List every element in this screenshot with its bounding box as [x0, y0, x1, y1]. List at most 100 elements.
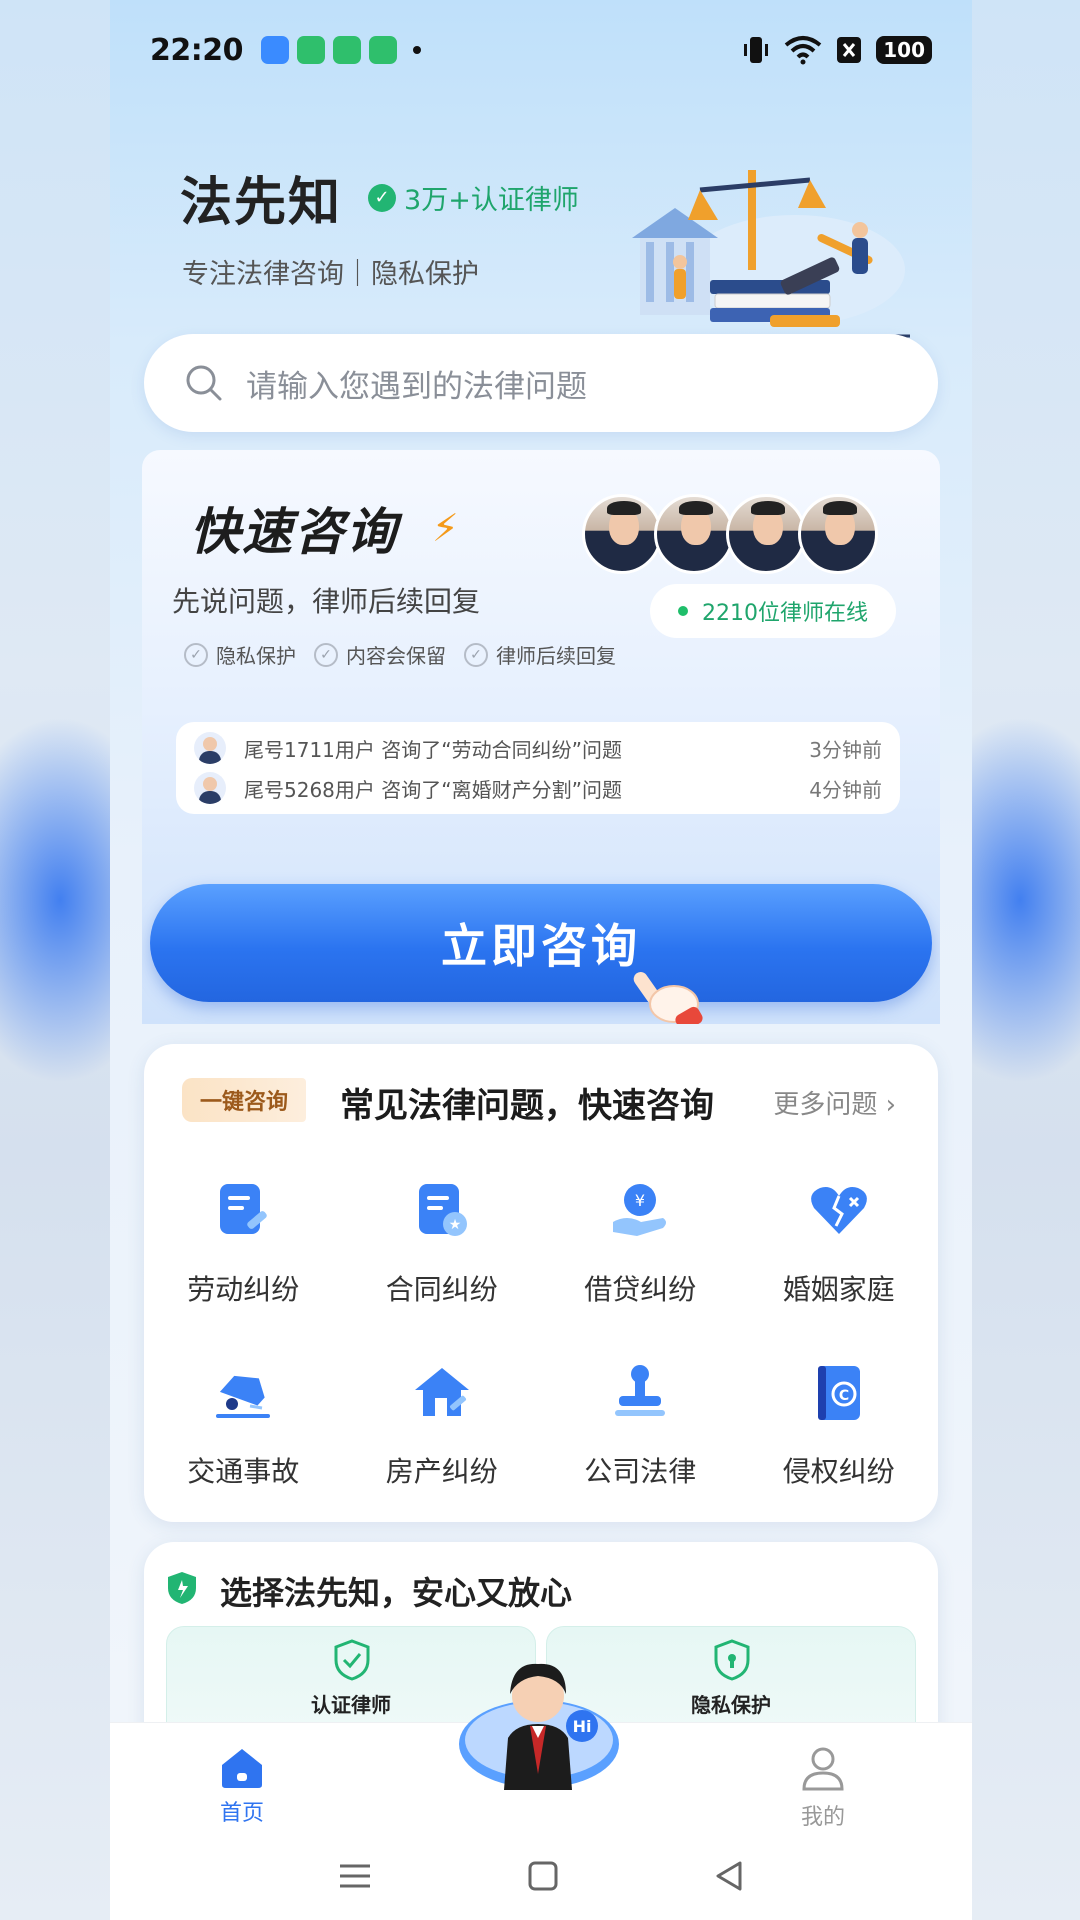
common-problems-card: 一键咨询 常见法律问题，快速咨询 更多问题 › 劳动纠纷 ★ 合同纠纷 ¥ 借贷…: [144, 1044, 938, 1522]
status-right: 100: [742, 35, 932, 65]
status-bar: 22:20 100: [110, 0, 972, 100]
category-marriage[interactable]: 婚姻家庭: [740, 1178, 939, 1308]
check-circle-icon: ✓: [184, 642, 208, 667]
lightning-icon: ⚡: [432, 506, 459, 550]
broken-heart-icon: [810, 1187, 867, 1234]
consult-now-label: 立即咨询: [441, 919, 641, 973]
notification-icons: [261, 36, 421, 64]
lawyer-avatars: [582, 494, 878, 574]
avatar: [798, 494, 878, 574]
svg-text:★: ★: [448, 1217, 461, 1233]
call-app-icon: [369, 36, 397, 64]
profile-icon: [802, 1747, 844, 1791]
battery-icon: 100: [876, 36, 932, 64]
category-label: 借贷纠纷: [584, 1273, 697, 1306]
category-grid: 劳动纠纷 ★ 合同纠纷 ¥ 借贷纠纷 婚姻家庭 交通事故 房产纠纷 公司法律 C…: [144, 1178, 938, 1490]
tab-me[interactable]: 我的: [800, 1745, 846, 1831]
brand-header: 法先知 ✓ 3万+认证律师: [180, 160, 579, 235]
online-lawyers-label: 2210位律师在线: [702, 601, 868, 626]
feed-time: 3分钟前: [809, 737, 882, 762]
app-screen: 22:20 100 法先知 ✓ 3万+认证律师 专注法律咨询｜隐私保护 请输入您…: [110, 0, 972, 1920]
car-accident-icon: [216, 1375, 271, 1418]
avatar: [726, 494, 806, 574]
certified-lawyers-badge: ✓ 3万+认证律师: [368, 178, 579, 217]
contract-icon: ★: [418, 1184, 467, 1236]
quick-consult-subtitle: 先说问题，律师后续回复: [172, 585, 481, 618]
pointing-hand-icon: [633, 971, 703, 1024]
tab-home[interactable]: 首页: [218, 1745, 266, 1827]
system-navigation-bar: [110, 1832, 972, 1920]
category-company[interactable]: 公司法律: [541, 1360, 740, 1490]
common-problems-title: 常见法律问题，快速咨询: [340, 1086, 714, 1126]
company-stamp-icon: [615, 1365, 666, 1416]
category-labor[interactable]: 劳动纠纷: [144, 1178, 343, 1308]
feed-time: 4分钟前: [809, 777, 882, 802]
browser-app-icon: [261, 36, 289, 64]
loan-yen-icon: ¥: [613, 1184, 667, 1236]
category-loan[interactable]: ¥ 借贷纠纷: [541, 1178, 740, 1308]
slogan: 专注法律咨询｜隐私保护: [182, 259, 479, 290]
category-label: 劳动纠纷: [187, 1273, 300, 1306]
feature-item: ✓ 隐私保护: [184, 640, 296, 669]
list-item: 尾号1711用户 咨询了“劳动合同纠纷”问题 3分钟前: [194, 728, 882, 768]
wifi-icon: [784, 36, 822, 65]
category-label: 侵权纠纷: [782, 1455, 895, 1488]
user-avatar-icon: [194, 732, 226, 764]
labor-document-icon: [220, 1184, 268, 1234]
feature-list: ✓ 隐私保护 ✓ 内容会保留 ✓ 律师后续回复: [184, 640, 616, 669]
category-label: 公司法律: [584, 1455, 697, 1488]
category-traffic[interactable]: 交通事故: [144, 1360, 343, 1490]
shield-check-icon: [334, 1639, 370, 1681]
copyright-book-icon: C: [817, 1366, 860, 1420]
justice-scale-illustration: [620, 170, 910, 338]
message-app-icon: [333, 36, 361, 64]
search-bar[interactable]: 请输入您遇到的法律问题: [144, 334, 938, 432]
feature-label: 隐私保护: [216, 644, 296, 668]
back-icon[interactable]: [714, 1860, 744, 1892]
assistant-button[interactable]: Hi: [456, 1654, 622, 1790]
house-icon: [414, 1368, 469, 1416]
shield-lock-icon: [714, 1639, 750, 1681]
tab-home-label: 首页: [219, 1801, 264, 1826]
feed-text: 尾号5268用户 咨询了“离婚财产分割”问题: [244, 777, 622, 802]
vibrate-icon: [744, 37, 769, 63]
search-icon: [186, 365, 222, 401]
category-contract[interactable]: ★ 合同纠纷: [343, 1178, 542, 1308]
tab-me-label: 我的: [800, 1805, 845, 1830]
category-property[interactable]: 房产纠纷: [343, 1360, 542, 1490]
feature-label: 内容会保留: [346, 644, 446, 668]
brand-name: 法先知: [180, 173, 343, 233]
assistant-badge: Hi: [573, 1717, 592, 1736]
phone-manager-icon: [297, 36, 325, 64]
feature-label: 律师后续回复: [496, 644, 616, 668]
online-dot-icon: [678, 606, 688, 616]
home-icon: [222, 1749, 262, 1788]
user-avatar-icon: [194, 772, 226, 804]
status-time: 22:20: [150, 32, 244, 68]
consult-now-button[interactable]: 立即咨询: [150, 884, 932, 1002]
category-infringement[interactable]: C 侵权纠纷: [740, 1360, 939, 1490]
shield-icon: [168, 1572, 196, 1604]
menu-icon[interactable]: [338, 1861, 372, 1891]
check-circle-icon: ✓: [464, 642, 488, 667]
home-square-icon[interactable]: [528, 1861, 558, 1891]
more-notifications-icon: [413, 46, 421, 54]
category-label: 房产纠纷: [385, 1455, 498, 1488]
x-box-icon: [837, 37, 862, 63]
more-problems-link[interactable]: 更多问题 ›: [773, 1084, 896, 1121]
avatar: [654, 494, 734, 574]
quick-consult-title: 快速咨询: [190, 503, 398, 561]
consultation-feed: 尾号1711用户 咨询了“劳动合同纠纷”问题 3分钟前 尾号5268用户 咨询了…: [176, 722, 900, 814]
category-label: 合同纠纷: [385, 1273, 498, 1306]
search-input[interactable]: 请输入您遇到的法律问题: [246, 361, 587, 406]
quick-consult-card: 快速咨询 ⚡ 先说问题，律师后续回复 2210位律师在线 ✓ 隐私保护 ✓ 内容…: [142, 450, 940, 1024]
svg-text:C: C: [839, 1388, 849, 1404]
online-lawyers-badge: 2210位律师在线: [650, 584, 896, 638]
one-click-tag: 一键咨询: [182, 1078, 307, 1122]
feature-item: ✓ 内容会保留: [314, 640, 446, 669]
list-item: 尾号5268用户 咨询了“离婚财产分割”问题 4分钟前: [194, 768, 882, 808]
avatar: [582, 494, 662, 574]
feature-item: ✓ 律师后续回复: [464, 640, 616, 669]
verified-check-icon: ✓: [368, 183, 397, 212]
svg-text:¥: ¥: [635, 1191, 645, 1210]
